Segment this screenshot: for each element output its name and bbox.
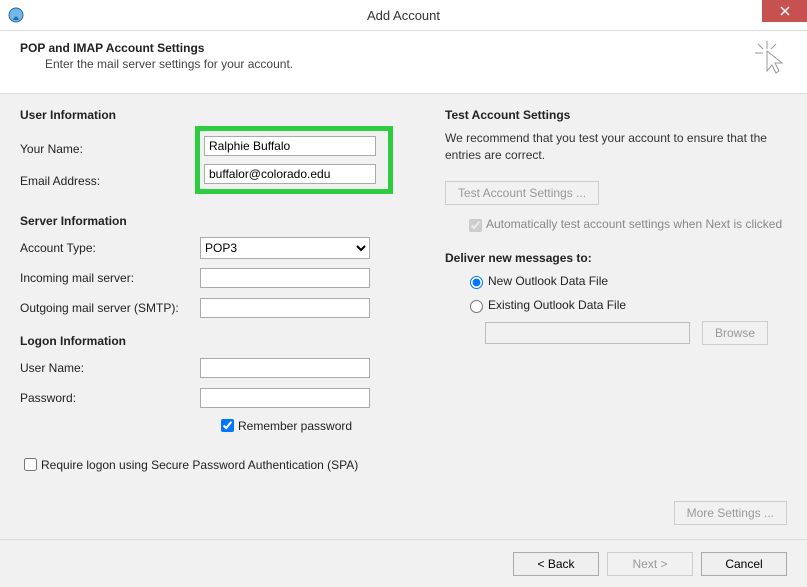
incoming-input[interactable]	[200, 268, 370, 288]
spa-checkbox[interactable]	[24, 458, 37, 471]
remember-password-label: Remember password	[238, 419, 352, 433]
radio-new-label: New Outlook Data File	[488, 274, 608, 288]
header-heading: POP and IMAP Account Settings	[20, 41, 787, 55]
outgoing-label: Outgoing mail server (SMTP):	[20, 301, 200, 315]
highlight-box	[195, 126, 393, 194]
password-label: Password:	[20, 391, 200, 405]
app-icon	[8, 7, 24, 23]
email-input[interactable]	[204, 164, 376, 184]
incoming-label: Incoming mail server:	[20, 271, 200, 285]
outgoing-input[interactable]	[200, 298, 370, 318]
next-button[interactable]: Next >	[607, 552, 693, 576]
radio-new-file[interactable]	[470, 276, 483, 289]
test-account-button[interactable]: Test Account Settings ...	[445, 181, 599, 205]
auto-test-label: Automatically test account settings when…	[486, 217, 782, 231]
account-type-label: Account Type:	[20, 241, 200, 255]
user-info-heading: User Information	[20, 108, 405, 122]
user-name-label: User Name:	[20, 361, 200, 375]
logon-info-heading: Logon Information	[20, 334, 405, 348]
deliver-heading: Deliver new messages to:	[445, 251, 787, 265]
header-subheading: Enter the mail server settings for your …	[45, 57, 787, 71]
left-column: User Information Your Name: Email Addres…	[20, 108, 405, 474]
test-heading: Test Account Settings	[445, 108, 787, 122]
email-label: Email Address:	[20, 169, 200, 193]
spa-label: Require logon using Secure Password Auth…	[41, 458, 358, 472]
cancel-button[interactable]: Cancel	[701, 552, 787, 576]
test-description: We recommend that you test your account …	[445, 130, 787, 165]
browse-button[interactable]: Browse	[702, 321, 768, 345]
wizard-header: POP and IMAP Account Settings Enter the …	[0, 31, 807, 94]
more-settings-button[interactable]: More Settings ...	[674, 501, 787, 525]
back-button[interactable]: < Back	[513, 552, 599, 576]
your-name-input[interactable]	[204, 136, 376, 156]
close-button[interactable]	[762, 0, 807, 22]
existing-file-input[interactable]	[485, 322, 690, 344]
radio-existing-file[interactable]	[470, 300, 483, 313]
wizard-body: User Information Your Name: Email Addres…	[0, 94, 807, 539]
auto-test-checkbox[interactable]	[469, 219, 482, 232]
user-name-input[interactable]	[200, 358, 370, 378]
wizard-footer: < Back Next > Cancel	[0, 539, 807, 587]
titlebar: Add Account	[0, 0, 807, 31]
radio-existing-label: Existing Outlook Data File	[488, 298, 626, 312]
password-input[interactable]	[200, 388, 370, 408]
server-info-heading: Server Information	[20, 214, 405, 228]
close-icon	[780, 6, 790, 16]
window-title: Add Account	[0, 8, 807, 23]
account-type-select[interactable]: POP3	[200, 237, 370, 259]
cursor-icon	[755, 41, 789, 78]
your-name-label: Your Name:	[20, 137, 200, 161]
remember-password-checkbox[interactable]	[221, 419, 234, 432]
right-column: Test Account Settings We recommend that …	[445, 108, 787, 474]
